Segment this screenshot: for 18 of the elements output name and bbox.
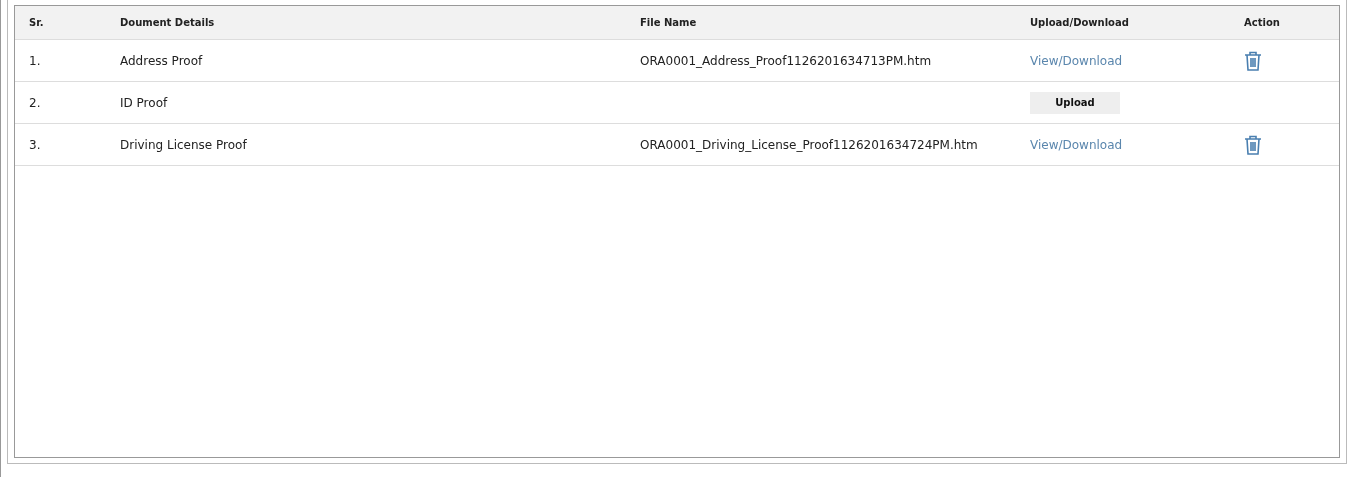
- trash-icon[interactable]: [1244, 50, 1262, 71]
- trash-icon[interactable]: [1244, 134, 1262, 155]
- column-header: File Name: [640, 17, 697, 28]
- table-cell: 1.: [29, 53, 41, 68]
- view-download-link[interactable]: View/Download: [1030, 137, 1123, 152]
- table-cell: 3.: [29, 137, 41, 152]
- table-cell: ORA0001_Address_Proof1126201634713PM.htm: [640, 53, 932, 68]
- view-download-link[interactable]: View/Download: [1030, 53, 1123, 68]
- column-header: Sr.: [29, 17, 44, 28]
- table-cell: Driving License Proof: [120, 137, 247, 152]
- table-cell: ID Proof: [120, 95, 168, 110]
- table-cell: Address Proof: [120, 53, 203, 68]
- column-header: Action: [1244, 17, 1280, 28]
- upload-button[interactable]: Upload: [1030, 91, 1120, 114]
- table-cell: 2.: [29, 95, 41, 110]
- column-header: Upload/Download: [1030, 17, 1129, 28]
- column-header: Doument Details: [120, 17, 215, 28]
- table-cell: ORA0001_Driving_License_Proof1126201634724PM.htm: [640, 137, 978, 152]
